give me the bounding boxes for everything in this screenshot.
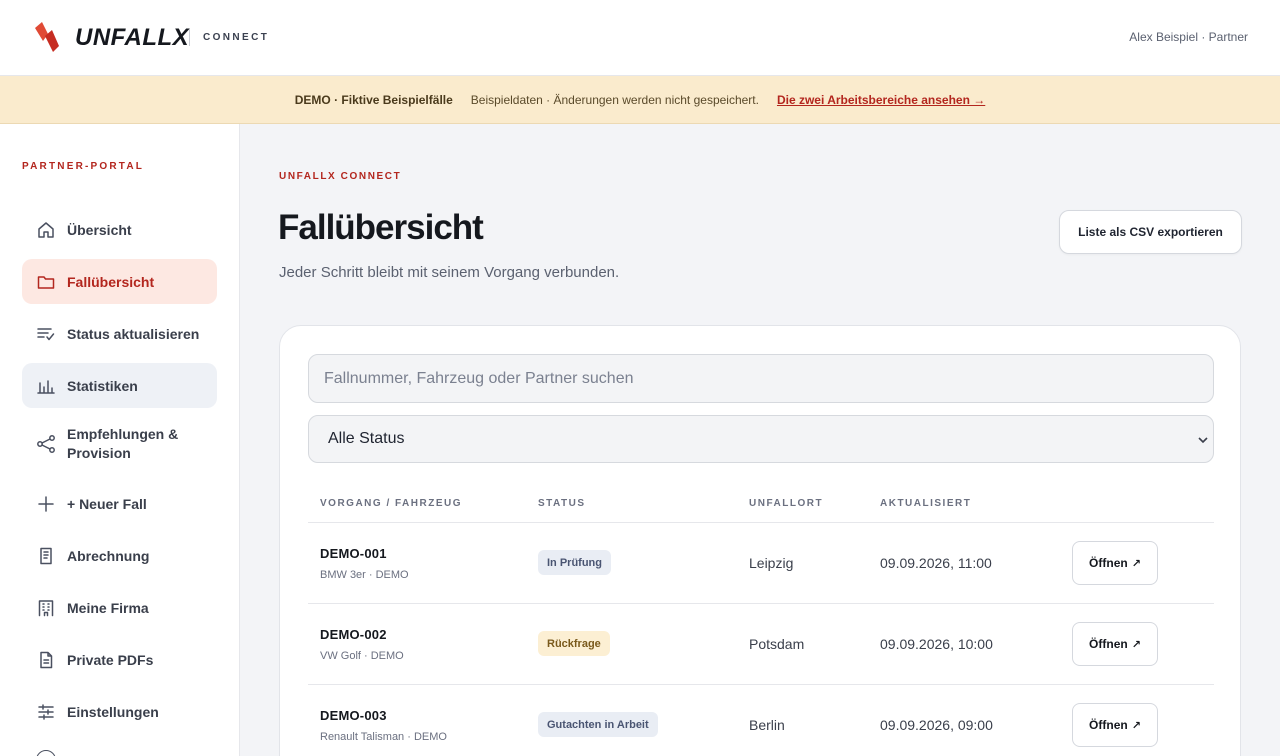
page-eyebrow: UNFALLX CONNECT (279, 171, 402, 182)
top-header: UNFALLX CONNECT Alex Beispiel · Partner (0, 0, 1280, 76)
sidebar: PARTNER-PORTAL Übersicht Fallübersicht S… (0, 124, 240, 756)
sidebar-item-label: Meine Firma (67, 599, 149, 616)
building-icon (36, 598, 56, 618)
case-place: Berlin (749, 717, 785, 733)
open-case-button[interactable]: Öffnen ↗ (1072, 703, 1158, 747)
case-id: DEMO-003 (320, 708, 387, 723)
sidebar-item-label: + Neuer Fall (67, 495, 147, 512)
status-filter-value: Alle Status (328, 430, 405, 447)
sidebar-item-private-pdfs[interactable]: Private PDFs (22, 637, 217, 682)
folder-icon (36, 272, 56, 292)
export-csv-button[interactable]: Liste als CSV exportieren (1059, 210, 1242, 254)
column-header-status[interactable]: STATUS (538, 498, 586, 509)
case-updated: 09.09.2026, 10:00 (880, 636, 993, 652)
unfallx-logo-icon[interactable] (33, 21, 65, 53)
sidebar-item-status-aktualisieren[interactable]: Status aktualisieren (22, 311, 217, 356)
open-case-button[interactable]: Öffnen ↗ (1072, 541, 1158, 585)
brand-divider (189, 29, 190, 46)
home-icon (36, 220, 56, 240)
share-icon (36, 434, 56, 454)
open-case-button[interactable]: Öffnen ↗ (1072, 622, 1158, 666)
sidebar-item-uebersicht[interactable]: Übersicht (22, 207, 217, 252)
open-button-label: Öffnen (1089, 718, 1128, 732)
arrow-up-right-icon: ↗ (1131, 719, 1141, 732)
demo-banner: DEMO · Fiktive Beispielfälle Beispieldat… (0, 76, 1280, 124)
sidebar-item-label: Einstellungen (67, 703, 159, 720)
case-place: Leipzig (749, 555, 794, 571)
table-row[interactable]: DEMO-003 Renault Talisman · DEMO Gutacht… (308, 684, 1214, 756)
sidebar-item-meine-firma[interactable]: Meine Firma (22, 585, 217, 630)
sidebar-item-abrechnung[interactable]: Abrechnung (22, 533, 217, 578)
case-id: DEMO-001 (320, 546, 387, 561)
sidebar-item-label: Abrechnung (67, 547, 150, 564)
sidebar-item-falluebersicht[interactable]: Fallübersicht (22, 259, 217, 304)
sidebar-item-label: Status aktualisieren (67, 325, 200, 342)
case-place: Potsdam (749, 636, 805, 652)
sidebar-item-label: Private PDFs (67, 651, 154, 668)
bar-chart-icon (36, 376, 56, 396)
brand-wordmark[interactable]: UNFALLX (75, 24, 189, 52)
case-vehicle: BMW 3er · DEMO (320, 569, 409, 581)
cases-card: Alle Status VORGANG / FAHRZEUG STATUS UN… (279, 325, 1241, 756)
column-header-vorgang[interactable]: VORGANG / FAHRZEUG (320, 498, 462, 509)
status-badge: Gutachten in Arbeit (538, 712, 658, 737)
status-filter-select[interactable]: Alle Status (308, 415, 1214, 463)
sidebar-item-label: Übersicht (67, 221, 132, 238)
page-title: Fallübersicht (278, 208, 484, 247)
case-vehicle: Renault Talisman · DEMO (320, 731, 447, 743)
sidebar-item-einstellungen[interactable]: Einstellungen (22, 689, 217, 734)
table-row[interactable]: DEMO-001 BMW 3er · DEMO In Prüfung Leipz… (308, 522, 1214, 603)
sidebar-item-statistiken[interactable]: Statistiken (22, 363, 217, 408)
sidebar-heading: PARTNER-PORTAL (22, 161, 145, 172)
column-header-unfallort[interactable]: UNFALLORT (749, 498, 823, 509)
case-id: DEMO-002 (320, 627, 387, 642)
table-row[interactable]: DEMO-002 VW Golf · DEMO Rückfrage Potsda… (308, 603, 1214, 684)
list-check-icon (36, 324, 56, 344)
sidebar-item-neuer-fall[interactable]: + Neuer Fall (22, 481, 217, 526)
sidebar-item-empfehlungen[interactable]: Empfehlungen & Provision (22, 416, 217, 472)
open-button-label: Öffnen (1089, 556, 1128, 570)
help-icon[interactable] (36, 750, 56, 756)
chevron-down-icon (1195, 432, 1211, 448)
user-info[interactable]: Alex Beispiel · Partner (1129, 30, 1248, 44)
brand-subtitle: CONNECT (203, 32, 270, 43)
arrow-up-right-icon: ↗ (1131, 557, 1141, 570)
page-subtitle: Jeder Schritt bleibt mit seinem Vorgang … (279, 264, 620, 281)
receipt-icon (36, 546, 56, 566)
banner-text: Beispieldaten · Änderungen werden nicht … (470, 92, 759, 107)
case-updated: 09.09.2026, 11:00 (880, 555, 992, 571)
sidebar-item-label: Fallübersicht (67, 273, 155, 290)
sidebar-item-label: Statistiken (67, 377, 138, 394)
arrow-up-right-icon: ↗ (1131, 638, 1141, 651)
document-icon (36, 650, 56, 670)
sliders-icon (36, 702, 56, 722)
banner-title: DEMO · Fiktive Beispielfälle (294, 92, 453, 107)
banner-link[interactable]: Die zwei Arbeitsbereiche ansehen → (777, 93, 985, 107)
plus-icon (36, 494, 56, 514)
status-badge: In Prüfung (538, 550, 611, 575)
open-button-label: Öffnen (1089, 637, 1128, 651)
sidebar-item-label: Empfehlungen & Provision (67, 426, 179, 461)
search-input[interactable] (308, 354, 1214, 403)
case-updated: 09.09.2026, 09:00 (880, 717, 993, 733)
column-header-aktualisiert[interactable]: AKTUALISIERT (880, 498, 971, 509)
case-vehicle: VW Golf · DEMO (320, 650, 404, 662)
status-badge: Rückfrage (538, 631, 610, 656)
